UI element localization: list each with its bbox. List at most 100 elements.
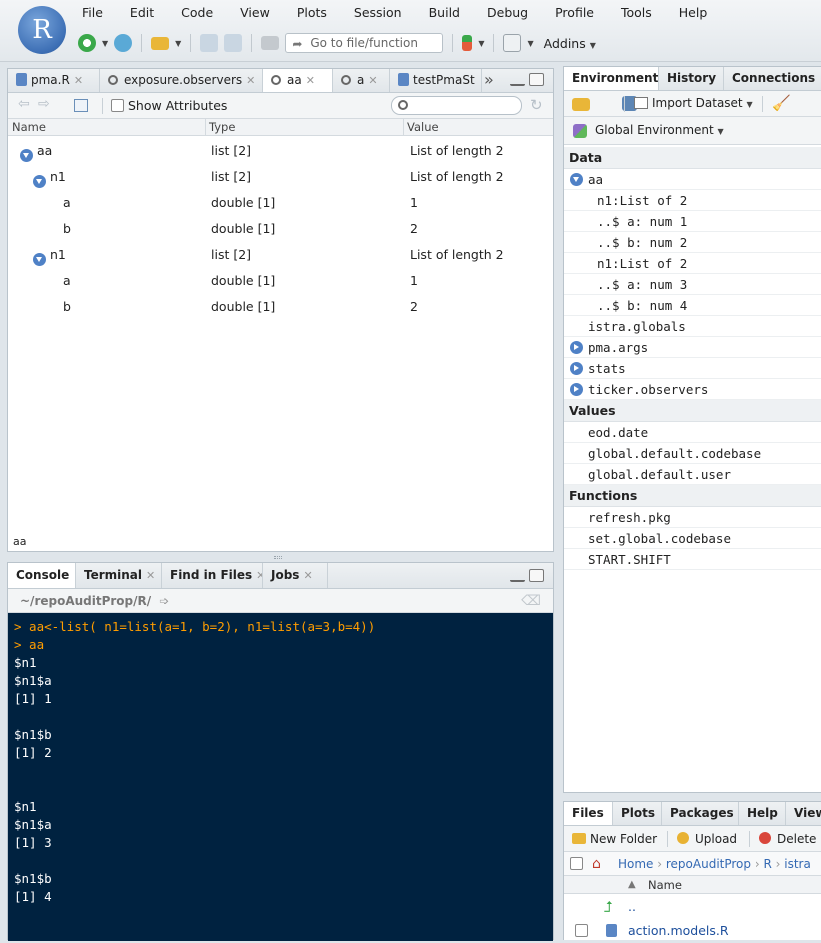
files-tab-help[interactable]: Help bbox=[739, 802, 786, 825]
env-item[interactable]: aa bbox=[564, 169, 821, 190]
minimize-icon[interactable] bbox=[510, 77, 525, 86]
close-tab-icon[interactable]: ✕ bbox=[74, 74, 83, 87]
table-row[interactable]: b double [1] 2 bbox=[8, 294, 553, 320]
file-row[interactable]: ⮥.. bbox=[564, 895, 821, 919]
files-tab-packages[interactable]: Packages bbox=[662, 802, 739, 825]
file-name[interactable]: .. bbox=[628, 895, 636, 919]
expand-arrow-icon[interactable] bbox=[20, 149, 33, 162]
sort-ascending-icon[interactable]: ▲ bbox=[628, 876, 636, 894]
env-item[interactable]: ..$ a: num 3 bbox=[564, 274, 821, 295]
env-item[interactable]: n1:List of 2 bbox=[564, 190, 821, 211]
env-item[interactable]: refresh.pkg bbox=[564, 507, 821, 528]
env-item[interactable]: global.default.user bbox=[564, 464, 821, 485]
minimize-icon[interactable] bbox=[510, 573, 525, 582]
files-tab-view[interactable]: View bbox=[786, 802, 821, 825]
print-icon[interactable] bbox=[261, 36, 280, 50]
viewer-tab-pma-r[interactable]: pma.R ✕ bbox=[8, 69, 100, 92]
home-icon[interactable]: ⌂ bbox=[592, 852, 601, 876]
open-file-icon[interactable] bbox=[151, 36, 170, 50]
table-row[interactable]: n1 list [2] List of length 2 bbox=[8, 242, 553, 268]
go-to-dir-icon[interactable]: ➩ bbox=[159, 594, 169, 608]
back-arrow-icon[interactable]: ⇦ bbox=[18, 96, 30, 112]
load-workspace-icon[interactable] bbox=[572, 98, 590, 111]
collapse-arrow-icon[interactable] bbox=[570, 173, 583, 186]
env-item[interactable]: set.global.codebase bbox=[564, 528, 821, 549]
env-item[interactable]: START.SHIFT bbox=[564, 549, 821, 570]
new-file-dropdown-icon[interactable]: ▼ bbox=[102, 39, 108, 48]
maximize-icon[interactable] bbox=[529, 73, 544, 86]
go-to-file-input[interactable]: ➦ Go to file/function bbox=[285, 33, 444, 53]
breadcrumb-item[interactable]: istra bbox=[784, 857, 811, 871]
breadcrumb-item[interactable]: repoAuditProp bbox=[666, 857, 751, 871]
viewer-tab-exposure-observers[interactable]: exposure.observers ✕ bbox=[100, 69, 263, 92]
menu-tools[interactable]: Tools bbox=[621, 5, 652, 25]
tab-overflow-icon[interactable]: » bbox=[484, 70, 494, 89]
environment-scope-selector[interactable]: Global Environment ▼ bbox=[564, 117, 821, 145]
open-file-dropdown-icon[interactable]: ▼ bbox=[175, 39, 181, 48]
refresh-icon[interactable]: ↻ bbox=[530, 96, 543, 114]
console-working-dir[interactable]: ~/repoAuditProp/R/ ➩ ⌫ bbox=[8, 589, 553, 613]
close-tab-icon[interactable]: ✕ bbox=[303, 569, 312, 582]
menu-view[interactable]: View bbox=[240, 5, 270, 25]
table-row[interactable]: a double [1] 1 bbox=[8, 268, 553, 294]
env-tab-history[interactable]: History bbox=[659, 67, 724, 90]
popout-icon[interactable] bbox=[74, 99, 88, 112]
delete-button[interactable]: Delete bbox=[759, 826, 816, 852]
column-name-header[interactable]: Name bbox=[648, 876, 682, 894]
new-project-icon[interactable] bbox=[114, 34, 133, 52]
menu-help[interactable]: Help bbox=[679, 5, 708, 25]
console-tab-terminal[interactable]: Terminal ✕ bbox=[76, 563, 162, 588]
breadcrumb-item[interactable]: R bbox=[763, 857, 771, 871]
menu-session[interactable]: Session bbox=[354, 5, 402, 25]
pane-layout-icon[interactable] bbox=[503, 34, 522, 52]
console-tab-find-in-files[interactable]: Find in Files✕ bbox=[162, 563, 263, 588]
menu-build[interactable]: Build bbox=[429, 5, 460, 25]
env-item[interactable]: ..$ b: num 4 bbox=[564, 295, 821, 316]
menu-code[interactable]: Code bbox=[181, 5, 213, 25]
viewer-tab-a[interactable]: a ✕ bbox=[333, 69, 390, 92]
viewer-tab-testpmast[interactable]: testPmaSt bbox=[390, 69, 482, 92]
table-row[interactable]: aa list [2] List of length 2 bbox=[8, 138, 553, 164]
new-file-icon[interactable] bbox=[78, 34, 96, 52]
files-tab-plots[interactable]: Plots bbox=[613, 802, 662, 825]
close-tab-icon[interactable]: ✕ bbox=[146, 569, 155, 582]
env-tab-connections[interactable]: Connections bbox=[724, 67, 821, 90]
build-icon[interactable] bbox=[462, 35, 473, 51]
file-row[interactable]: action.models.R bbox=[564, 919, 821, 943]
menu-edit[interactable]: Edit bbox=[130, 5, 154, 25]
new-folder-button[interactable]: New Folder bbox=[572, 826, 657, 852]
console-tab-jobs[interactable]: Jobs ✕ bbox=[263, 563, 328, 588]
files-tab-files[interactable]: Files bbox=[564, 802, 613, 825]
upload-button[interactable]: Upload bbox=[677, 826, 737, 852]
file-checkbox[interactable] bbox=[575, 924, 588, 937]
expand-arrow-icon[interactable] bbox=[570, 362, 583, 375]
env-item[interactable]: stats bbox=[564, 358, 821, 379]
console-tab-console[interactable]: Console bbox=[8, 563, 76, 588]
expand-arrow-icon[interactable] bbox=[33, 253, 46, 266]
close-tab-icon[interactable]: ✕ bbox=[256, 569, 262, 582]
expand-arrow-icon[interactable] bbox=[570, 383, 583, 396]
close-tab-icon[interactable]: ✕ bbox=[246, 74, 255, 87]
env-item[interactable]: ticker.observers bbox=[564, 379, 821, 400]
save-all-icon[interactable] bbox=[224, 34, 243, 52]
table-row[interactable]: n1 list [2] List of length 2 bbox=[8, 164, 553, 190]
console-output[interactable]: > aa<-list( n1=list(a=1, b=2), n1=list(a… bbox=[8, 613, 553, 941]
expand-arrow-icon[interactable] bbox=[570, 341, 583, 354]
broom-clear-icon[interactable]: 🧹 bbox=[772, 94, 791, 112]
table-row[interactable]: b double [1] 2 bbox=[8, 216, 553, 242]
maximize-icon[interactable] bbox=[529, 569, 544, 582]
menu-plots[interactable]: Plots bbox=[297, 5, 327, 25]
env-tab-environment[interactable]: Environment bbox=[564, 67, 659, 90]
show-attributes-checkbox[interactable] bbox=[111, 99, 124, 112]
pane-layout-dropdown-icon[interactable]: ▼ bbox=[527, 39, 533, 48]
horizontal-splitter[interactable] bbox=[274, 556, 282, 559]
viewer-tab-aa[interactable]: aa ✕ bbox=[263, 69, 333, 92]
env-item[interactable]: ..$ b: num 2 bbox=[564, 232, 821, 253]
menu-profile[interactable]: Profile bbox=[555, 5, 594, 25]
addins-menu[interactable]: Addins ▼ bbox=[544, 36, 596, 51]
save-icon[interactable] bbox=[200, 34, 219, 52]
env-item[interactable]: global.default.codebase bbox=[564, 443, 821, 464]
close-tab-icon[interactable]: ✕ bbox=[306, 74, 315, 87]
menu-debug[interactable]: Debug bbox=[487, 5, 528, 25]
file-name[interactable]: action.models.R bbox=[628, 919, 729, 943]
